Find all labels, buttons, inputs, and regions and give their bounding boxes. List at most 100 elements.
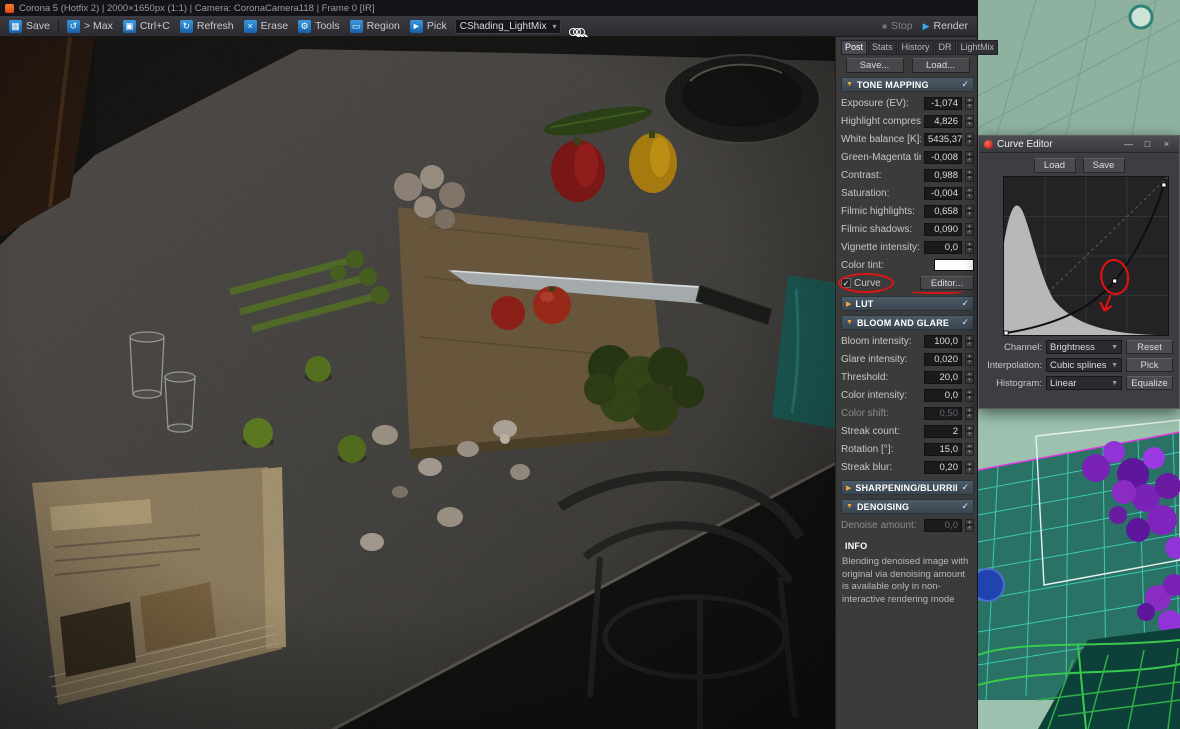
param-label: Color intensity: — [841, 389, 908, 401]
histogram-select[interactable]: Linear ▼ — [1046, 376, 1122, 390]
param-value-input[interactable]: 2 — [924, 424, 962, 438]
spinner[interactable]: ▴ ▾ — [965, 460, 974, 474]
tab-dr[interactable]: DR — [934, 40, 956, 55]
param-value-input[interactable]: 4,826 — [924, 114, 962, 128]
curve-load-button[interactable]: Load — [1033, 158, 1076, 173]
section-header-denoising[interactable]: ▼ DENOISING ✓ — [841, 499, 974, 514]
spinner[interactable]: ▴ ▾ — [965, 150, 974, 164]
section-checkbox[interactable]: ✓ — [961, 317, 969, 328]
param-value-input[interactable]: 0,988 — [924, 168, 962, 182]
maximize-button[interactable]: □ — [1140, 139, 1155, 149]
region-icon: ▭ — [349, 19, 363, 33]
param-value-input[interactable]: -1,074 — [924, 96, 962, 110]
histogram-row: Histogram: Linear ▼ Equalize — [985, 376, 1173, 390]
interpolation-value: Cubic splines — [1050, 359, 1107, 371]
tab-lightmix[interactable]: LightMix — [956, 40, 999, 55]
stop-button[interactable]: ■ Stop — [877, 17, 917, 35]
section-checkbox[interactable]: ✓ — [961, 79, 969, 90]
curve-point-mid[interactable] — [1112, 278, 1118, 284]
curve-graph[interactable] — [1003, 176, 1169, 336]
spinner[interactable]: ▴ ▾ — [965, 132, 974, 146]
collapse-arrow-icon: ▼ — [846, 319, 853, 326]
section-title: BLOOM AND GLARE — [856, 317, 950, 328]
spinner[interactable]: ▴ ▾ — [965, 406, 974, 420]
pick-color-button[interactable]: Pick — [1126, 358, 1173, 372]
curve-editor-titlebar[interactable]: Curve Editor — □ × — [979, 136, 1179, 153]
refresh-label: Refresh — [196, 20, 234, 32]
spinner[interactable]: ▴ ▾ — [965, 518, 974, 532]
vfb-toolbar: ▦ Save ↺ > Max ▣ Ctrl+C ↻ Refresh × Erase ⚙ To… — [0, 16, 977, 37]
param-value-input[interactable]: 20,0 — [924, 370, 962, 384]
spinner[interactable]: ▴ ▾ — [965, 388, 974, 402]
spinner[interactable]: ▴ ▾ — [965, 114, 974, 128]
load-settings-button[interactable]: Load... — [911, 58, 970, 73]
section-header-tone-mapping[interactable]: ▼ TONE MAPPING ✓ — [841, 77, 974, 92]
param-value-input[interactable]: 0,0 — [924, 388, 962, 402]
tools-button[interactable]: ⚙ Tools — [293, 17, 345, 35]
spinner[interactable]: ▴ ▾ — [965, 96, 974, 110]
spinner[interactable]: ▴ ▾ — [965, 204, 974, 218]
param-value-input[interactable]: 0,090 — [924, 222, 962, 236]
curve-editor-button[interactable]: Editor... — [920, 276, 974, 290]
tab-stats[interactable]: Stats — [868, 40, 897, 55]
param-row: Streak blur: 0,20 ▴ ▾ — [841, 458, 974, 476]
send-to-max-button[interactable]: ↺ > Max — [62, 17, 118, 35]
spinner[interactable]: ▴ ▾ — [965, 352, 974, 366]
minimize-button[interactable]: — — [1121, 139, 1136, 149]
param-value-input[interactable]: 0,0 — [924, 518, 962, 532]
lightmix-value: CShading_LightMix — [459, 20, 547, 32]
section-header-lut[interactable]: ▶ LUT ✓ — [841, 296, 974, 311]
spinner[interactable]: ▴ ▾ — [965, 370, 974, 384]
spinner[interactable]: ▴ ▾ — [965, 168, 974, 182]
curve-point-start[interactable] — [1004, 330, 1009, 335]
param-value-input[interactable]: 0,50 — [924, 406, 962, 420]
section-checkbox[interactable]: ✓ — [961, 501, 969, 512]
section-title: DENOISING — [856, 501, 910, 512]
spinner[interactable]: ▴ ▾ — [965, 240, 974, 254]
param-value-input[interactable]: 0,658 — [924, 204, 962, 218]
erase-button[interactable]: × Erase — [239, 17, 293, 35]
param-value-input[interactable]: -0,004 — [924, 186, 962, 200]
post-panel: Post Stats History DR LightMix Save... L… — [835, 37, 999, 729]
param-row: Filmic shadows: 0,090 ▴ ▾ — [841, 220, 974, 238]
refresh-button[interactable]: ↻ Refresh — [175, 17, 239, 35]
equalize-button[interactable]: Equalize — [1126, 376, 1173, 390]
spinner[interactable]: ▴ ▾ — [965, 442, 974, 456]
param-value-input[interactable]: 0,020 — [924, 352, 962, 366]
section-header-sharpening[interactable]: ▶ SHARPENING/BLURRING ✓ — [841, 480, 974, 495]
param-value-input[interactable]: 0,0 — [924, 240, 962, 254]
close-button[interactable]: × — [1159, 139, 1174, 149]
interpolation-select[interactable]: Cubic splines ▼ — [1046, 358, 1122, 372]
pick-button[interactable]: ► Pick — [405, 17, 452, 35]
param-value-input[interactable]: 0,20 — [924, 460, 962, 474]
region-button[interactable]: ▭ Region — [345, 17, 405, 35]
channel-select[interactable]: Brightness ▼ — [1046, 340, 1122, 354]
spinner[interactable]: ▴ ▾ — [965, 334, 974, 348]
section-checkbox[interactable]: ✓ — [961, 482, 969, 493]
render-button[interactable]: ▶ Render — [918, 17, 973, 35]
param-value-input[interactable]: 15,0 — [924, 442, 962, 456]
curve-point-end[interactable] — [1161, 182, 1167, 188]
copy-button[interactable]: ▣ Ctrl+C — [118, 17, 175, 35]
param-value-input[interactable]: 100,0 — [924, 334, 962, 348]
viewcube-logo-icon[interactable] — [1128, 4, 1154, 30]
reset-button[interactable]: Reset — [1126, 340, 1173, 354]
save-settings-button[interactable]: Save... — [845, 58, 904, 73]
param-value-input[interactable]: -0,008 — [924, 150, 962, 164]
curve-graph-canvas[interactable] — [1004, 177, 1168, 335]
spinner[interactable]: ▴ ▾ — [965, 222, 974, 236]
lightmix-select[interactable]: CShading_LightMix ▾ — [454, 18, 562, 34]
curve-checkbox[interactable]: ✓ — [841, 278, 851, 288]
section-header-bloom-glare[interactable]: ▼ BLOOM AND GLARE ✓ — [841, 315, 974, 330]
tab-history[interactable]: History — [897, 40, 934, 55]
tab-post[interactable]: Post — [841, 40, 868, 55]
save-button[interactable]: ▦ Save — [4, 17, 55, 35]
spinner[interactable]: ▴ ▾ — [965, 424, 974, 438]
color-tint-swatch[interactable] — [934, 259, 974, 271]
param-value-input[interactable]: 5435,37 — [924, 132, 962, 146]
param-row: Highlight compress: 4,826 ▴ ▾ — [841, 112, 974, 130]
spinner[interactable]: ▴ ▾ — [965, 186, 974, 200]
curve-save-button[interactable]: Save — [1082, 158, 1125, 173]
tone-mapping-rows: Exposure (EV): -1,074 ▴ ▾ Highlight compress… — [841, 94, 974, 256]
section-checkbox[interactable]: ✓ — [961, 298, 969, 309]
